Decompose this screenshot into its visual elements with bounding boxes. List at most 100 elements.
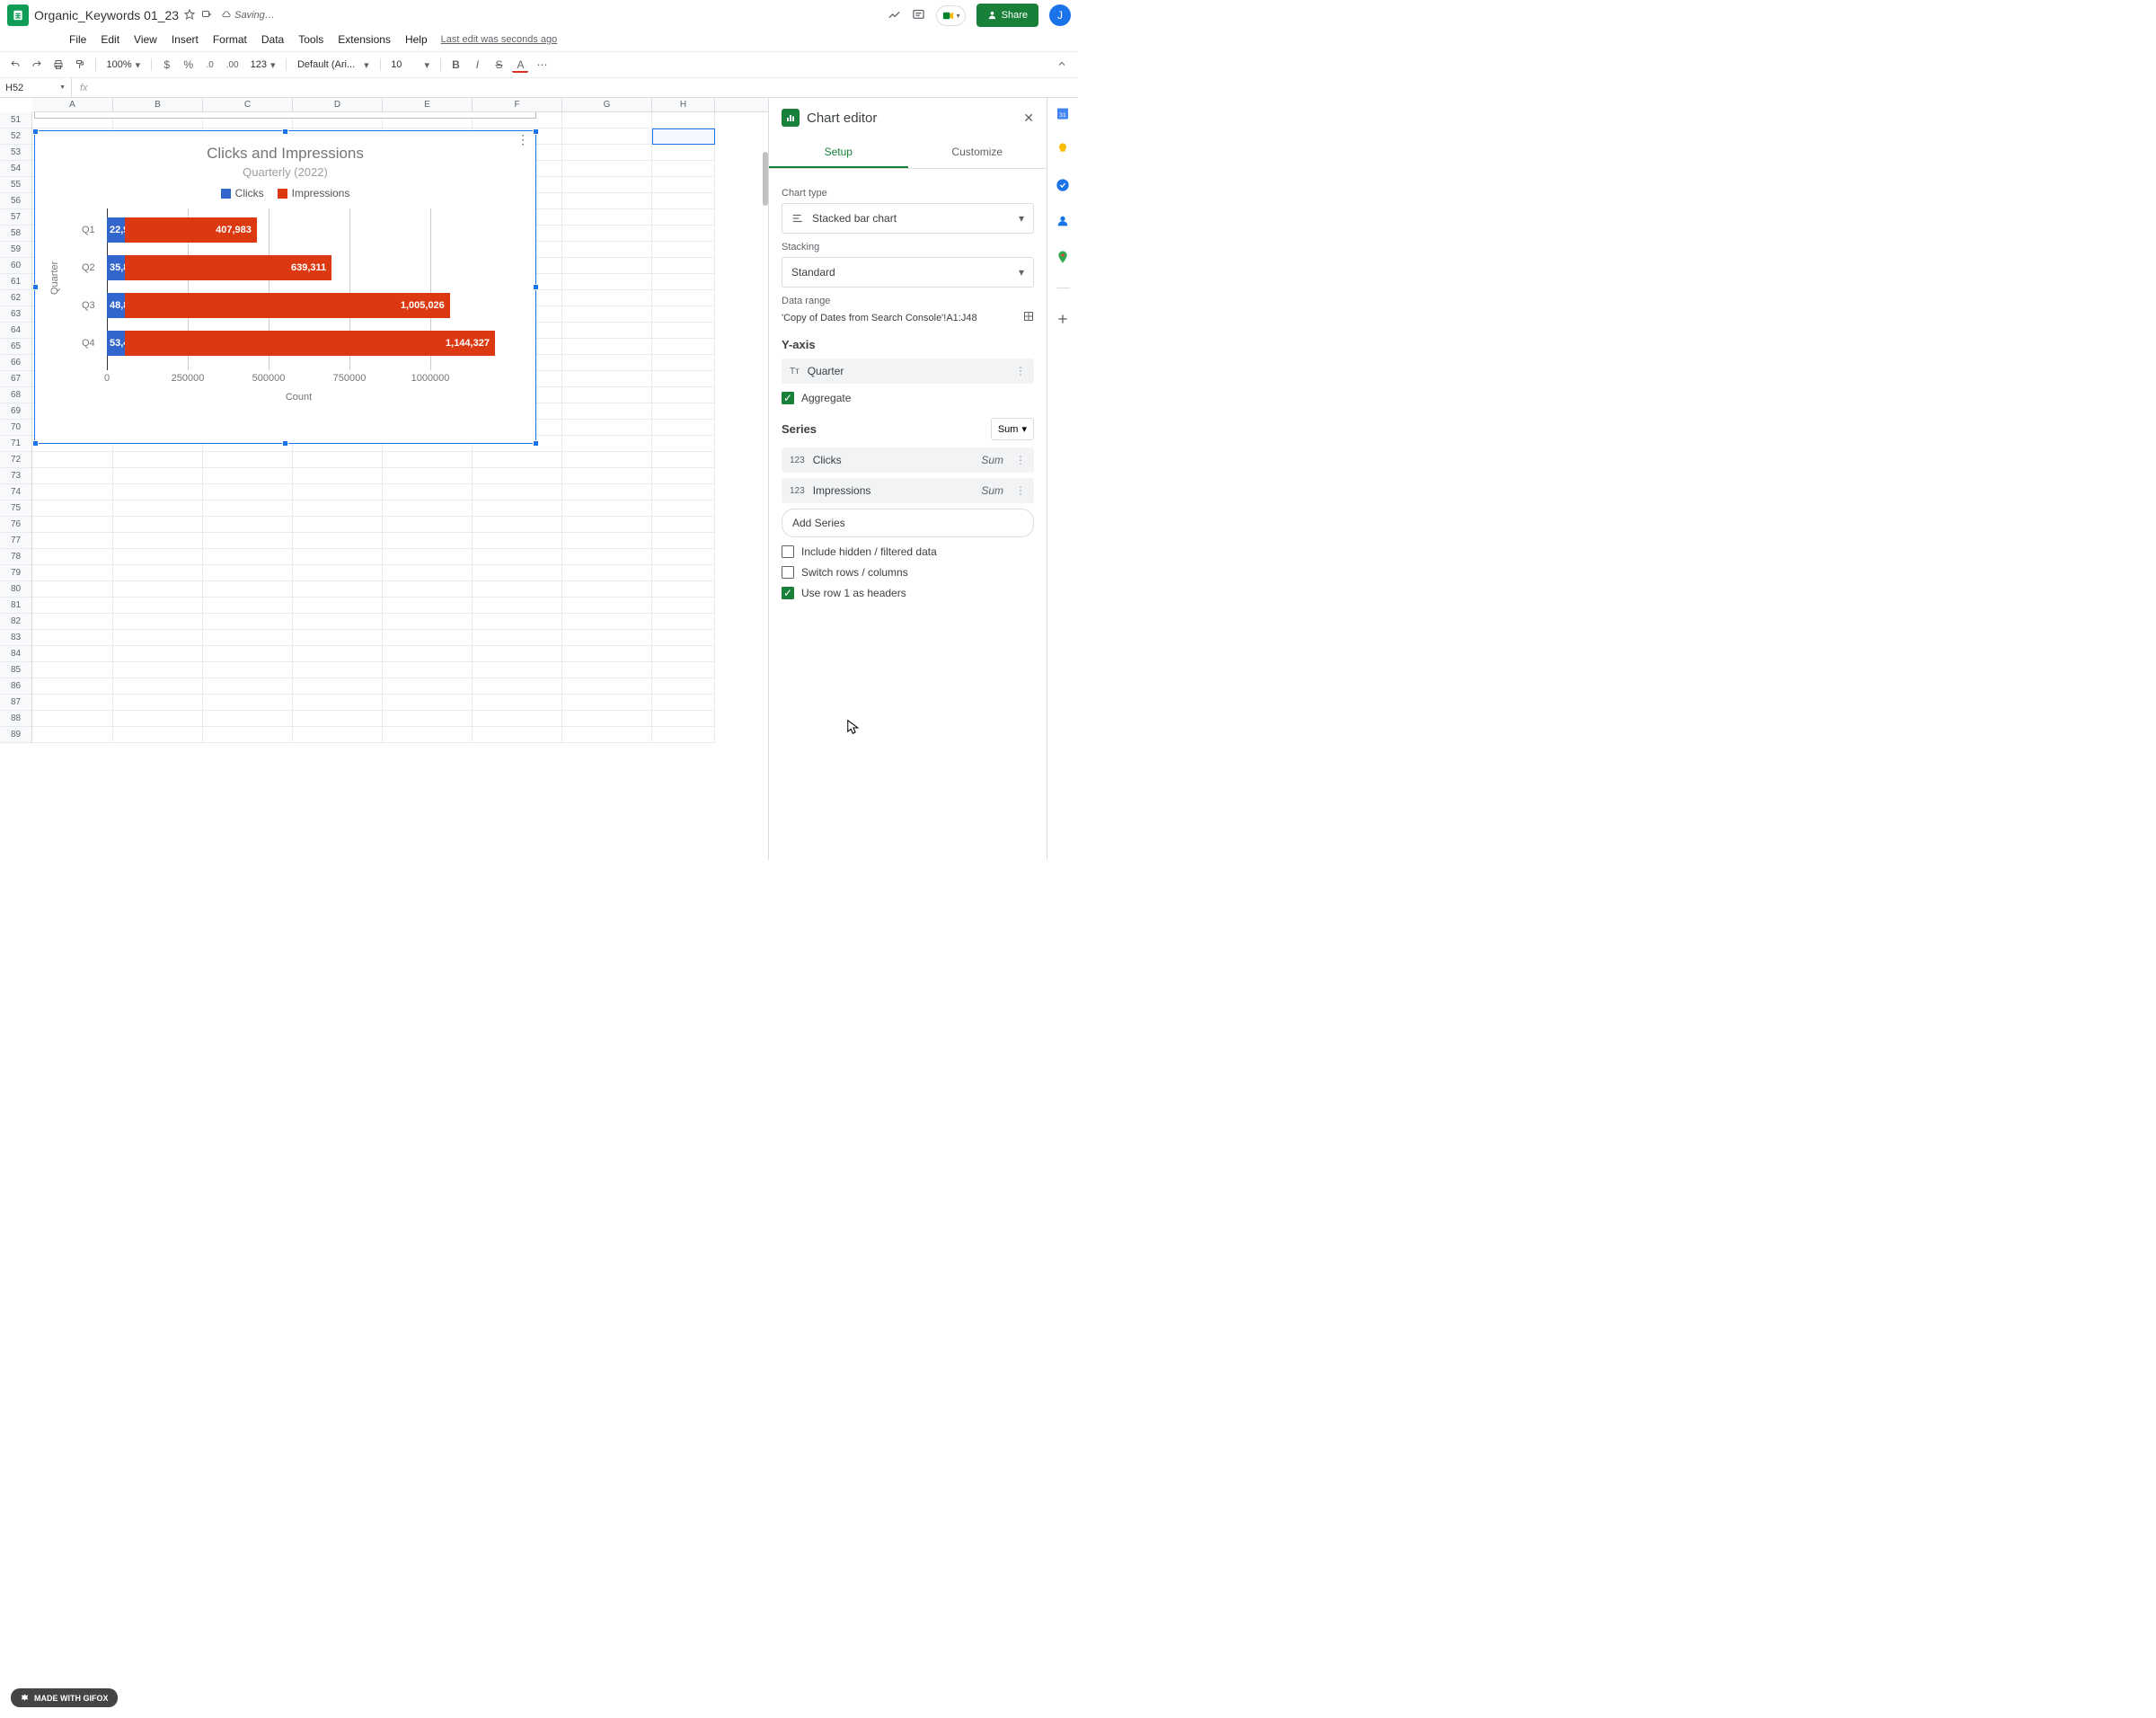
col-header-H[interactable]: H xyxy=(652,98,715,111)
chart-type-select[interactable]: Stacked bar chart ▾ xyxy=(782,203,1034,234)
sheet-area[interactable]: A B C D E F G H 515253545556575859606162… xyxy=(0,98,768,860)
bold-icon[interactable]: B xyxy=(447,57,464,73)
row-header-72[interactable]: 72 xyxy=(0,452,31,468)
col-header-G[interactable]: G xyxy=(562,98,652,111)
row-headers[interactable]: 5152535455565758596061626364656667686970… xyxy=(0,112,32,743)
font-select[interactable]: Default (Ari... ▾ xyxy=(294,58,373,73)
resize-handle-mr[interactable] xyxy=(533,284,539,290)
yaxis-field-menu-icon[interactable]: ⋮ xyxy=(1015,365,1026,377)
embedded-chart[interactable]: ⋮ Clicks and Impressions Quarterly (2022… xyxy=(34,130,536,444)
row-header-55[interactable]: 55 xyxy=(0,177,31,193)
meet-button[interactable]: ▾ xyxy=(936,5,966,26)
row-header-88[interactable]: 88 xyxy=(0,711,31,727)
menu-tools[interactable]: Tools xyxy=(292,31,330,49)
col-header-E[interactable]: E xyxy=(383,98,473,111)
series-clicks-pill[interactable]: 123 Clicks Sum ⋮ xyxy=(782,447,1034,473)
italic-icon[interactable]: I xyxy=(469,57,485,73)
redo-icon[interactable] xyxy=(29,57,45,73)
menu-extensions[interactable]: Extensions xyxy=(331,31,397,49)
tab-setup[interactable]: Setup xyxy=(769,137,908,168)
active-cell[interactable] xyxy=(652,128,715,145)
close-icon[interactable]: ✕ xyxy=(1023,111,1034,126)
currency-icon[interactable]: $ xyxy=(159,57,175,73)
resize-handle-tm[interactable] xyxy=(282,128,288,135)
row-header-51[interactable]: 51 xyxy=(0,112,31,128)
row-header-57[interactable]: 57 xyxy=(0,209,31,226)
row-header-69[interactable]: 69 xyxy=(0,403,31,420)
row-header-83[interactable]: 83 xyxy=(0,630,31,646)
col-header-F[interactable]: F xyxy=(473,98,562,111)
collapse-toolbar-icon[interactable] xyxy=(1053,55,1071,75)
row-header-86[interactable]: 86 xyxy=(0,678,31,695)
row-header-64[interactable]: 64 xyxy=(0,323,31,339)
menu-data[interactable]: Data xyxy=(255,31,290,49)
more-tools-icon[interactable]: ⋯ xyxy=(534,57,550,73)
percent-icon[interactable]: % xyxy=(181,57,197,73)
row-header-74[interactable]: 74 xyxy=(0,484,31,500)
series-clicks-menu-icon[interactable]: ⋮ xyxy=(1015,454,1026,466)
row-header-66[interactable]: 66 xyxy=(0,355,31,371)
resize-handle-bl[interactable] xyxy=(32,440,39,447)
row-header-89[interactable]: 89 xyxy=(0,727,31,743)
col-header-D[interactable]: D xyxy=(293,98,383,111)
maps-icon[interactable] xyxy=(1055,249,1071,265)
name-box[interactable]: H52▼ xyxy=(0,78,72,97)
font-size-select[interactable]: 10 ▾ xyxy=(387,58,433,73)
comments-icon[interactable] xyxy=(912,8,925,23)
row-header-67[interactable]: 67 xyxy=(0,371,31,387)
add-addon-icon[interactable] xyxy=(1055,311,1071,327)
row-header-58[interactable]: 58 xyxy=(0,226,31,242)
row-header-61[interactable]: 61 xyxy=(0,274,31,290)
row-header-52[interactable]: 52 xyxy=(0,128,31,145)
contacts-icon[interactable] xyxy=(1055,213,1071,229)
row-header-82[interactable]: 82 xyxy=(0,614,31,630)
series-impressions-pill[interactable]: 123 Impressions Sum ⋮ xyxy=(782,478,1034,503)
document-title[interactable]: Organic_Keywords 01_23 xyxy=(34,8,179,22)
menu-insert[interactable]: Insert xyxy=(165,31,205,49)
row-header-71[interactable]: 71 xyxy=(0,436,31,452)
data-range-value[interactable]: 'Copy of Dates from Search Console'!A1:J… xyxy=(782,313,1017,323)
yaxis-field-pill[interactable]: Tᴛ Quarter ⋮ xyxy=(782,359,1034,384)
number-format-select[interactable]: 123▾ xyxy=(247,58,279,73)
row-header-54[interactable]: 54 xyxy=(0,161,31,177)
paint-format-icon[interactable] xyxy=(72,57,88,73)
col-header-B[interactable]: B xyxy=(113,98,203,111)
resize-handle-tl[interactable] xyxy=(32,128,39,135)
resize-handle-tr[interactable] xyxy=(533,128,539,135)
series-aggregate-select[interactable]: Sum▾ xyxy=(991,418,1034,440)
keep-icon[interactable] xyxy=(1055,141,1071,157)
aggregate-checkbox[interactable]: ✓ Aggregate xyxy=(782,392,1034,404)
menu-format[interactable]: Format xyxy=(207,31,253,49)
menu-file[interactable]: File xyxy=(63,31,93,49)
chart-menu-icon[interactable]: ⋮ xyxy=(517,137,529,142)
last-edit-link[interactable]: Last edit was seconds ago xyxy=(441,34,558,45)
menu-edit[interactable]: Edit xyxy=(94,31,126,49)
row-header-87[interactable]: 87 xyxy=(0,695,31,711)
include-hidden-checkbox[interactable]: Include hidden / filtered data xyxy=(782,545,1034,558)
row-header-60[interactable]: 60 xyxy=(0,258,31,274)
star-icon[interactable] xyxy=(184,9,195,22)
row-header-77[interactable]: 77 xyxy=(0,533,31,549)
row-header-65[interactable]: 65 xyxy=(0,339,31,355)
move-icon[interactable] xyxy=(201,9,212,22)
menu-view[interactable]: View xyxy=(128,31,163,49)
row-header-79[interactable]: 79 xyxy=(0,565,31,581)
switch-rows-checkbox[interactable]: Switch rows / columns xyxy=(782,566,1034,579)
row-header-76[interactable]: 76 xyxy=(0,517,31,533)
row-header-80[interactable]: 80 xyxy=(0,581,31,598)
print-icon[interactable] xyxy=(50,57,66,73)
zoom-select[interactable]: 100% ▾ xyxy=(103,58,145,73)
row-header-70[interactable]: 70 xyxy=(0,420,31,436)
decrease-decimal-icon[interactable]: .0 xyxy=(202,57,218,73)
row-header-85[interactable]: 85 xyxy=(0,662,31,678)
row-header-78[interactable]: 78 xyxy=(0,549,31,565)
text-color-icon[interactable]: A xyxy=(512,57,528,73)
add-series-button[interactable]: Add Series xyxy=(782,509,1034,537)
resize-handle-ml[interactable] xyxy=(32,284,39,290)
column-headers[interactable]: A B C D E F G H xyxy=(32,98,768,112)
activity-icon[interactable] xyxy=(888,8,901,23)
row-header-59[interactable]: 59 xyxy=(0,242,31,258)
user-avatar[interactable]: J xyxy=(1049,4,1071,26)
calendar-icon[interactable]: 31 xyxy=(1055,105,1071,121)
stacking-select[interactable]: Standard ▾ xyxy=(782,257,1034,288)
